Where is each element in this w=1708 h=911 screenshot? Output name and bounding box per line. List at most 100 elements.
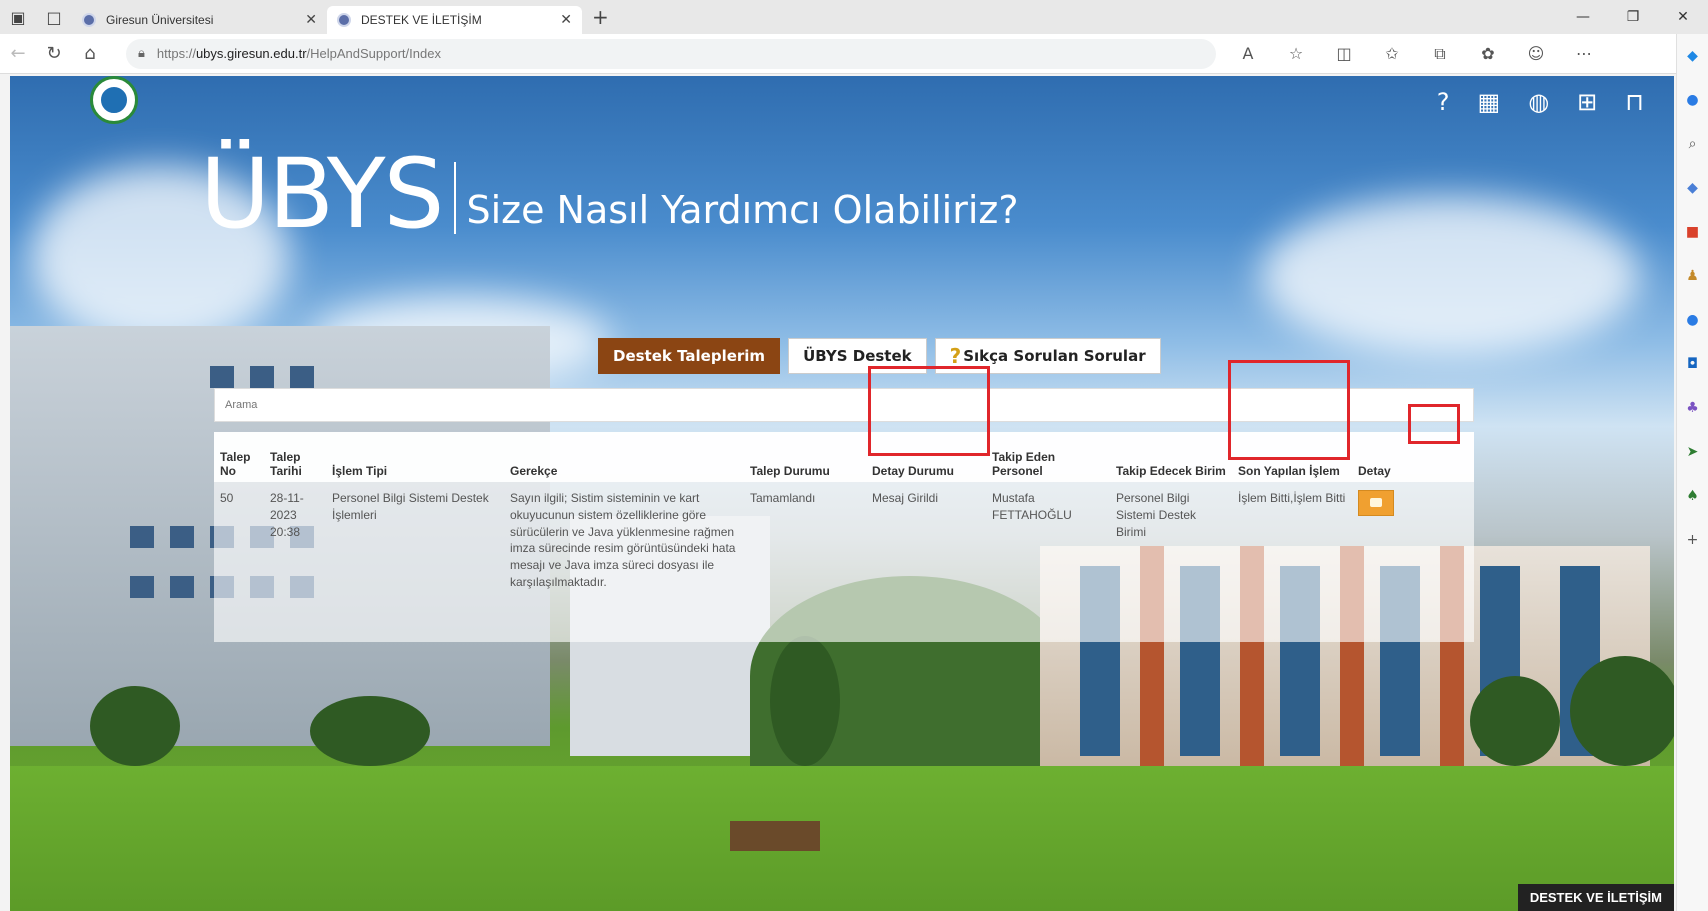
read-aloud-icon[interactable]: A [1224, 44, 1272, 64]
apps-grid-icon[interactable]: ⊞ [1577, 88, 1597, 116]
calendar-icon[interactable]: ▦ [1478, 88, 1501, 116]
tree-shape [1570, 656, 1674, 766]
highlight-son-islem [1228, 360, 1350, 460]
window-controls: — ❐ ✕ [1558, 0, 1708, 34]
tab-label: DESTEK VE İLETİŞİM [361, 13, 482, 27]
restore-icon[interactable]: ❐ [1608, 9, 1658, 25]
col-talep-no: Talep No [220, 450, 251, 478]
page-subtitle: Size Nasıl Yardımcı Olabiliriz? [466, 188, 1019, 232]
globe-icon[interactable]: ◍ [1528, 88, 1549, 116]
cell-talep-no: 50 [220, 491, 234, 505]
bench-shape [730, 821, 820, 851]
tab-destek[interactable]: DESTEK VE İLETİŞİM ✕ [327, 6, 582, 34]
university-logo[interactable] [90, 76, 138, 124]
site-favicon-icon [337, 13, 351, 27]
window-shape [170, 526, 194, 548]
games-icon[interactable]: ♣ [1677, 386, 1708, 430]
question-icon: ? [949, 344, 962, 368]
url-path: /HelpAndSupport/Index [306, 46, 441, 61]
home-icon[interactable]: ⌂ [72, 43, 108, 64]
brand-title: ÜBYS [200, 138, 444, 250]
close-icon[interactable]: ✕ [560, 12, 572, 28]
extensions-icon[interactable]: ✿ [1464, 44, 1512, 64]
tree-shape [1470, 676, 1560, 766]
window-close-icon[interactable]: ✕ [1658, 9, 1708, 25]
browser-toolbar: A ☆ ◫ ✩ ⧉ ✿ ☺ ⋯ [1224, 44, 1608, 64]
detail-envelope-button[interactable] [1358, 490, 1394, 516]
url-field[interactable]: 🔒︎ https:// ubys.giresun.edu.tr /HelpAnd… [126, 38, 1216, 69]
bell-icon[interactable]: ● [1677, 78, 1708, 122]
col-talep-tarihi: Talep Tarihi [270, 450, 302, 478]
lock-icon[interactable]: ⊓ [1625, 88, 1644, 116]
favorites-icon[interactable]: ✩ [1368, 44, 1416, 64]
tab-giresun[interactable]: Giresun Üniversitesi ✕ [72, 6, 327, 34]
support-table: Talep No Talep Tarihi İşlem Tipi Gerekçe… [214, 432, 1474, 642]
cell-talep-tarihi: 28-11-2023 20:38 [270, 491, 304, 539]
minimize-icon[interactable]: — [1558, 9, 1608, 25]
cell-takip-eden: Mustafa FETTAHOĞLU [992, 491, 1072, 522]
copilot-icon[interactable]: ◆ [1677, 34, 1708, 78]
url-prefix: https:// [156, 46, 196, 61]
outlook-icon[interactable]: ◘ [1677, 342, 1708, 386]
brand-divider [454, 162, 457, 234]
more-icon[interactable]: ⋯ [1560, 44, 1608, 64]
window-shape [130, 576, 154, 598]
cell-detay-durumu: Mesaj Girildi [872, 491, 939, 505]
edge-sidebar: ◆ ● ⌕ ◆ ■ ♟ ● ◘ ♣ ➤ ♠ + [1676, 34, 1708, 911]
search-icon[interactable]: ⌕ [1677, 122, 1708, 166]
lawn [10, 766, 1674, 911]
window-shape [210, 366, 234, 388]
brand-heading: ÜBYS Size Nasıl Yardımcı Olabiliriz? [200, 146, 1019, 242]
tree-shape [770, 636, 840, 766]
faq-button-label: Sıkça Sorulan Sorular [963, 347, 1146, 365]
col-islem-tipi: İşlem Tipi [332, 464, 388, 478]
profile-icon[interactable]: ☺ [1512, 44, 1560, 64]
favorite-star-icon[interactable]: ☆ [1272, 44, 1320, 64]
col-takip-eden: Takip Eden Personel [992, 450, 1056, 478]
col-takip-edecek: Takip Edecek Birim [1116, 464, 1226, 478]
table-row: 50 28-11-2023 20:38 Personel Bilgi Siste… [214, 482, 1474, 642]
tree-icon[interactable]: ♠ [1677, 474, 1708, 518]
page-background: ? ▦ ◍ ⊞ ⊓ ÜBYS Size Nasıl Yardımcı Olabi… [10, 76, 1674, 911]
cell-talep-durumu: Tamamlandı [750, 491, 816, 505]
help-icon[interactable]: ? [1437, 88, 1450, 116]
cell-takip-edecek: Personel Bilgi Sistemi Destek Birimi [1116, 491, 1197, 539]
highlight-detay-durumu [868, 366, 990, 456]
close-icon[interactable]: ✕ [305, 12, 317, 28]
window-shape [250, 366, 274, 388]
tree-shape [310, 696, 430, 766]
browser-tab-bar: ▣ □ Giresun Üniversitesi ✕ DESTEK VE İLE… [0, 0, 1708, 34]
col-talep-durumu: Talep Durumu [750, 464, 830, 478]
header-icons: ? ▦ ◍ ⊞ ⊓ [1437, 88, 1644, 116]
circle-icon[interactable]: ● [1677, 298, 1708, 342]
workspaces-icon[interactable]: ▣ [0, 0, 36, 34]
site-favicon-icon [82, 13, 96, 27]
cell-islem-tipi: Personel Bilgi Sistemi Destek İşlemleri [332, 491, 489, 522]
new-tab-icon[interactable]: + [592, 5, 609, 29]
window-shape [170, 576, 194, 598]
cell-son-islem: İşlem Bitti,İşlem Bitti [1238, 491, 1346, 505]
refresh-icon[interactable]: ↻ [36, 43, 72, 64]
highlight-detail-button [1408, 404, 1460, 444]
url-host: ubys.giresun.edu.tr [195, 46, 307, 61]
send-icon[interactable]: ➤ [1677, 430, 1708, 474]
window-shape [130, 526, 154, 548]
cell-detay [1352, 482, 1474, 642]
tab-label: Giresun Üniversitesi [106, 13, 214, 27]
add-icon[interactable]: + [1677, 518, 1708, 562]
lock-icon: 🔒︎ [138, 46, 145, 61]
back-icon[interactable]: ← [0, 43, 36, 64]
tab-actions-icon[interactable]: □ [36, 0, 72, 34]
cloud-shape [1260, 196, 1640, 356]
address-bar: ← ↻ ⌂ 🔒︎ https:// ubys.giresun.edu.tr /H… [0, 34, 1708, 74]
support-requests-button[interactable]: Destek Taleplerim [598, 338, 781, 374]
page-badge: DESTEK VE İLETİŞİM [1517, 884, 1674, 911]
chess-icon[interactable]: ♟ [1677, 254, 1708, 298]
cell-gerekce: Sayın ilgili; Sistim sisteminin ve kart … [510, 491, 736, 589]
tag-icon[interactable]: ◆ [1677, 166, 1708, 210]
briefcase-icon[interactable]: ■ [1677, 210, 1708, 254]
tree-shape [90, 686, 180, 766]
window-shape [290, 366, 314, 388]
split-screen-icon[interactable]: ◫ [1320, 44, 1368, 64]
collections-icon[interactable]: ⧉ [1416, 44, 1464, 64]
